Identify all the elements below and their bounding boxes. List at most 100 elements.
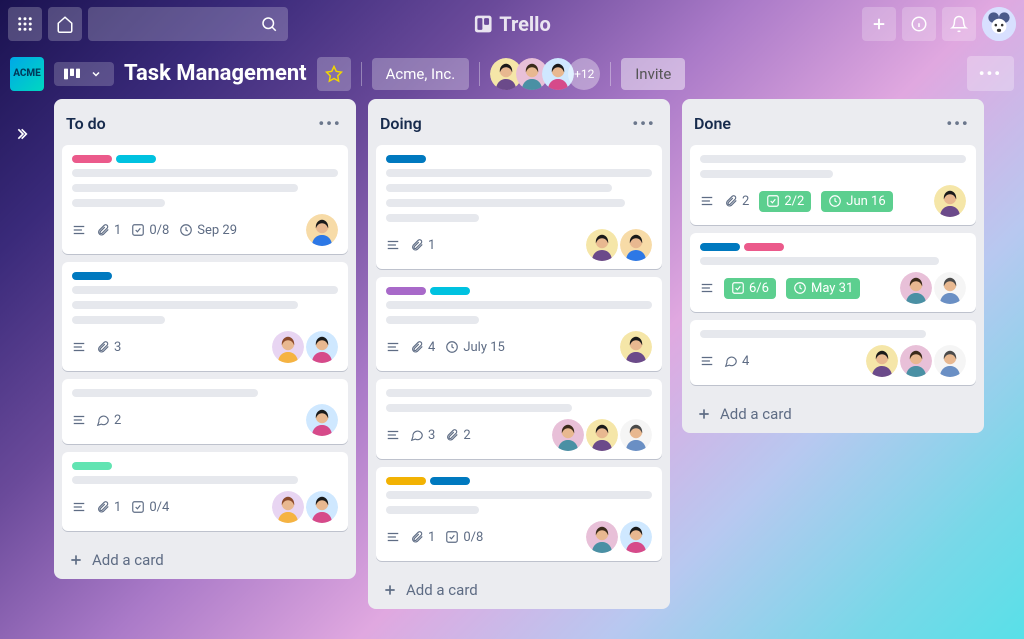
add-card-button[interactable]: Add a card bbox=[54, 541, 356, 579]
list-menu-button[interactable]: ••• bbox=[944, 109, 972, 137]
add-card-button[interactable]: Add a card bbox=[682, 395, 984, 433]
board-view-switcher[interactable] bbox=[54, 62, 114, 86]
invite-button[interactable]: Invite bbox=[621, 58, 685, 90]
member-avatar bbox=[934, 272, 966, 304]
card-text-line bbox=[72, 184, 298, 192]
apps-icon[interactable] bbox=[8, 7, 42, 41]
member-avatar bbox=[900, 272, 932, 304]
card-members bbox=[932, 185, 966, 217]
comment-badge: 2 bbox=[96, 413, 121, 428]
divider bbox=[479, 62, 480, 86]
member-avatar bbox=[900, 345, 932, 377]
list-title[interactable]: Done bbox=[694, 114, 944, 133]
card[interactable]: 2 2/2 Jun 16 bbox=[690, 145, 976, 225]
card-text-line bbox=[386, 214, 479, 222]
notifications-icon[interactable] bbox=[942, 7, 976, 41]
chevron-down-icon bbox=[88, 68, 104, 80]
cards-container: 1 4 July 15 32 10/8 bbox=[368, 143, 670, 571]
card-label bbox=[386, 287, 426, 295]
card-text-line bbox=[72, 316, 165, 324]
check-badge: 2/2 bbox=[759, 191, 811, 212]
list-menu-button[interactable]: ••• bbox=[630, 109, 658, 137]
cards-container: 2 2/2 Jun 16 6/6May 31 4 bbox=[682, 143, 984, 395]
card-text-line bbox=[72, 199, 165, 207]
card-label bbox=[72, 462, 112, 470]
board-menu-button[interactable]: ••• bbox=[967, 56, 1014, 91]
board-title[interactable]: Task Management bbox=[124, 61, 307, 86]
list-title[interactable]: Doing bbox=[380, 114, 630, 133]
attach-badge: 1 bbox=[96, 500, 121, 515]
card-text-line bbox=[386, 184, 612, 192]
card[interactable]: 10/8Sep 29 bbox=[62, 145, 348, 254]
list-title[interactable]: To do bbox=[66, 114, 316, 133]
star-button[interactable] bbox=[317, 57, 351, 91]
sidebar-expand-button[interactable] bbox=[0, 114, 42, 154]
card-text-line bbox=[72, 389, 258, 397]
attach-badge: 1 bbox=[410, 238, 435, 253]
attach-badge: 1 bbox=[96, 223, 121, 238]
attach-badge: 4 bbox=[410, 340, 435, 355]
card[interactable]: 10/4 bbox=[62, 452, 348, 531]
desc-badge bbox=[72, 223, 86, 237]
attach-badge: 2 bbox=[724, 194, 749, 209]
card[interactable]: 4 July 15 bbox=[376, 277, 662, 371]
member-overflow-count[interactable]: +12 bbox=[568, 58, 600, 90]
member-avatar bbox=[620, 331, 652, 363]
member-avatar bbox=[620, 521, 652, 553]
member-avatar bbox=[306, 491, 338, 523]
attach-badge: 1 bbox=[410, 530, 435, 545]
desc-badge bbox=[386, 340, 400, 354]
card-members bbox=[584, 521, 652, 553]
workspace-button[interactable]: Acme, Inc. bbox=[372, 58, 470, 90]
member-avatar bbox=[586, 229, 618, 261]
list: To do ••• 10/8Sep 29 3 2 10/4 Add a card bbox=[54, 99, 356, 579]
workspace-badge[interactable]: ACME bbox=[10, 57, 44, 91]
search-input[interactable] bbox=[88, 7, 288, 41]
check-badge: 6/6 bbox=[724, 278, 776, 299]
brand-name: Trello bbox=[499, 12, 551, 36]
due-badge: Jun 16 bbox=[821, 191, 892, 212]
card[interactable]: 10/8 bbox=[376, 467, 662, 561]
card[interactable]: 6/6May 31 bbox=[690, 233, 976, 312]
member-avatar bbox=[586, 521, 618, 553]
member-avatar bbox=[620, 229, 652, 261]
member-avatar bbox=[586, 419, 618, 451]
card-text-line bbox=[386, 316, 479, 324]
search-icon bbox=[260, 15, 278, 33]
desc-badge bbox=[700, 281, 714, 295]
desc-badge bbox=[72, 500, 86, 514]
card-members bbox=[584, 229, 652, 261]
card[interactable]: 4 bbox=[690, 320, 976, 385]
card-label bbox=[386, 477, 426, 485]
card-text-line bbox=[386, 506, 479, 514]
create-button[interactable] bbox=[862, 7, 896, 41]
card-text-line bbox=[72, 169, 338, 177]
card-text-line bbox=[386, 491, 652, 499]
due-badge: July 15 bbox=[445, 340, 505, 355]
card[interactable]: 32 bbox=[376, 379, 662, 459]
card-label bbox=[116, 155, 156, 163]
divider bbox=[361, 62, 362, 86]
card[interactable]: 1 bbox=[376, 145, 662, 269]
add-card-button[interactable]: Add a card bbox=[368, 571, 670, 609]
card[interactable]: 3 bbox=[62, 262, 348, 371]
desc-badge bbox=[72, 340, 86, 354]
list-menu-button[interactable]: ••• bbox=[316, 109, 344, 137]
card-label bbox=[72, 155, 112, 163]
info-icon[interactable] bbox=[902, 7, 936, 41]
card-label bbox=[700, 243, 740, 251]
card-members bbox=[270, 331, 338, 363]
desc-badge bbox=[386, 530, 400, 544]
card[interactable]: 2 bbox=[62, 379, 348, 444]
card-label bbox=[386, 155, 426, 163]
top-bar: Trello bbox=[0, 0, 1024, 48]
attach-badge: 3 bbox=[96, 340, 121, 355]
user-avatar[interactable] bbox=[982, 7, 1016, 41]
trello-logo: Trello bbox=[473, 12, 551, 36]
home-icon[interactable] bbox=[48, 7, 82, 41]
card-members bbox=[864, 345, 966, 377]
board-header: ACME Task Management Acme, Inc. +12 Invi… bbox=[0, 48, 1024, 99]
card-label bbox=[430, 477, 470, 485]
board-members[interactable]: +12 bbox=[490, 58, 600, 90]
member-avatar bbox=[934, 185, 966, 217]
